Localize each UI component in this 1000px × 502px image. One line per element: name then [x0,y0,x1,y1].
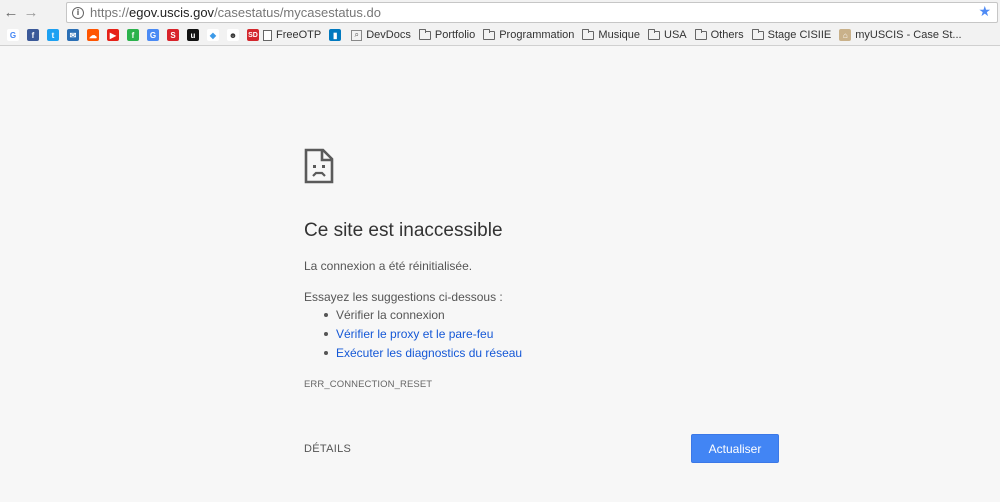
folder-icon [418,28,431,40]
back-arrow-icon[interactable]: ← [1,2,21,24]
bookmark-label: Musique [598,29,640,41]
bookmark-label: Stage CISIIE [767,29,832,41]
mail-icon[interactable]: ✉ [67,29,79,41]
info-icon[interactable]: i [72,6,84,19]
reddit-icon[interactable]: ☻ [227,29,239,41]
suggestion-item: Vérifier la connexion [322,308,522,327]
bookmark-trello[interactable]: ▮ [329,29,343,41]
bookmark-devdocs[interactable]: ⌕ DevDocs [351,29,411,41]
folder-icon [582,28,595,40]
bookmark-programmation[interactable]: Programmation [483,28,575,41]
url-path: /casestatus/mycasestatus.do [214,5,381,20]
folder-icon [483,28,496,40]
soundcloud-icon[interactable]: ☁ [87,29,99,41]
suggestion-item[interactable]: Vérifier le proxy et le pare-feu [322,327,522,346]
address-bar[interactable]: i https://egov.uscis.gov/casestatus/myca… [66,2,998,23]
sd-icon[interactable]: SD [247,29,259,41]
bookmark-label: Programmation [499,29,575,41]
suggestion-text: Vérifier la connexion [336,308,445,322]
suggestion-item[interactable]: Exécuter les diagnostics du réseau [322,346,522,365]
bookmark-stage-cisiie[interactable]: Stage CISIIE [751,28,832,41]
url-host: egov.uscis.gov [129,5,215,20]
toolbar: ← → i https://egov.uscis.gov/casestatus/… [0,0,1000,25]
bookmark-musique[interactable]: Musique [582,28,640,41]
trello-icon: ▮ [329,29,342,41]
bookmarks-bar: Gf t ✉ ☁ ▶ f G Su ◆ ☻ SD FreeOTP ▮ ⌕ DevDocs Portfolio P… [0,25,1000,46]
folder-icon [648,28,660,40]
url-text[interactable]: https://egov.uscis.gov/casestatus/mycase… [90,5,381,20]
url-scheme: https:// [90,5,130,20]
folder-icon [751,28,764,40]
feedly-icon[interactable]: f [127,29,139,41]
u-logo-icon[interactable]: u [187,29,199,41]
suggestions-heading: Essayez les suggestions ci-dessous : [304,290,503,304]
error-code: ERR_CONNECTION_RESET [304,379,433,390]
search-page-icon: ⌕ [351,29,363,41]
bookmark-label: myUSCIS - Case St... [855,29,962,41]
facebook-icon[interactable]: f [27,29,39,41]
page-icon [263,29,272,41]
suggestion-link[interactable]: Vérifier le proxy et le pare-feu [336,327,493,341]
bookmark-portfolio[interactable]: Portfolio [418,28,476,41]
google-icon[interactable]: G [7,29,19,41]
bookmark-label: Others [710,29,744,41]
details-button[interactable]: DÉTAILS [304,443,351,455]
bookmark-usa[interactable]: USA [648,28,687,41]
dropbox-icon[interactable]: ◆ [207,29,219,41]
sad-page-icon [304,148,334,184]
bookmark-others[interactable]: Others [694,28,744,41]
page-title: Ce site est inaccessible [304,220,503,241]
bookmark-star-icon[interactable]: ★ [978,4,991,20]
forward-arrow-icon[interactable]: → [21,2,41,24]
bookmark-myuscis[interactable]: ⌂ myUSCIS - Case St... [839,29,962,41]
youtube-icon[interactable]: ▶ [107,29,119,41]
bookmark-freeotp[interactable]: FreeOTP [263,29,321,41]
bookmark-label: Portfolio [434,29,476,41]
bookmark-label: FreeOTP [276,29,322,41]
bookmark-label: DevDocs [366,29,411,41]
error-message: La connexion a été réinitialisée. [304,259,473,273]
suggestion-link[interactable]: Exécuter les diagnostics du réseau [336,346,522,360]
bookmark-label: USA [664,29,687,41]
twitter-icon[interactable]: t [47,29,59,41]
image-icon: ⌂ [839,29,852,41]
swirl-icon[interactable]: S [167,29,179,41]
reload-button[interactable]: Actualiser [691,434,779,463]
translate-icon[interactable]: G [147,29,159,41]
suggestions-list: Vérifier la connexion Vérifier le proxy e… [322,308,522,365]
folder-icon [694,28,707,40]
